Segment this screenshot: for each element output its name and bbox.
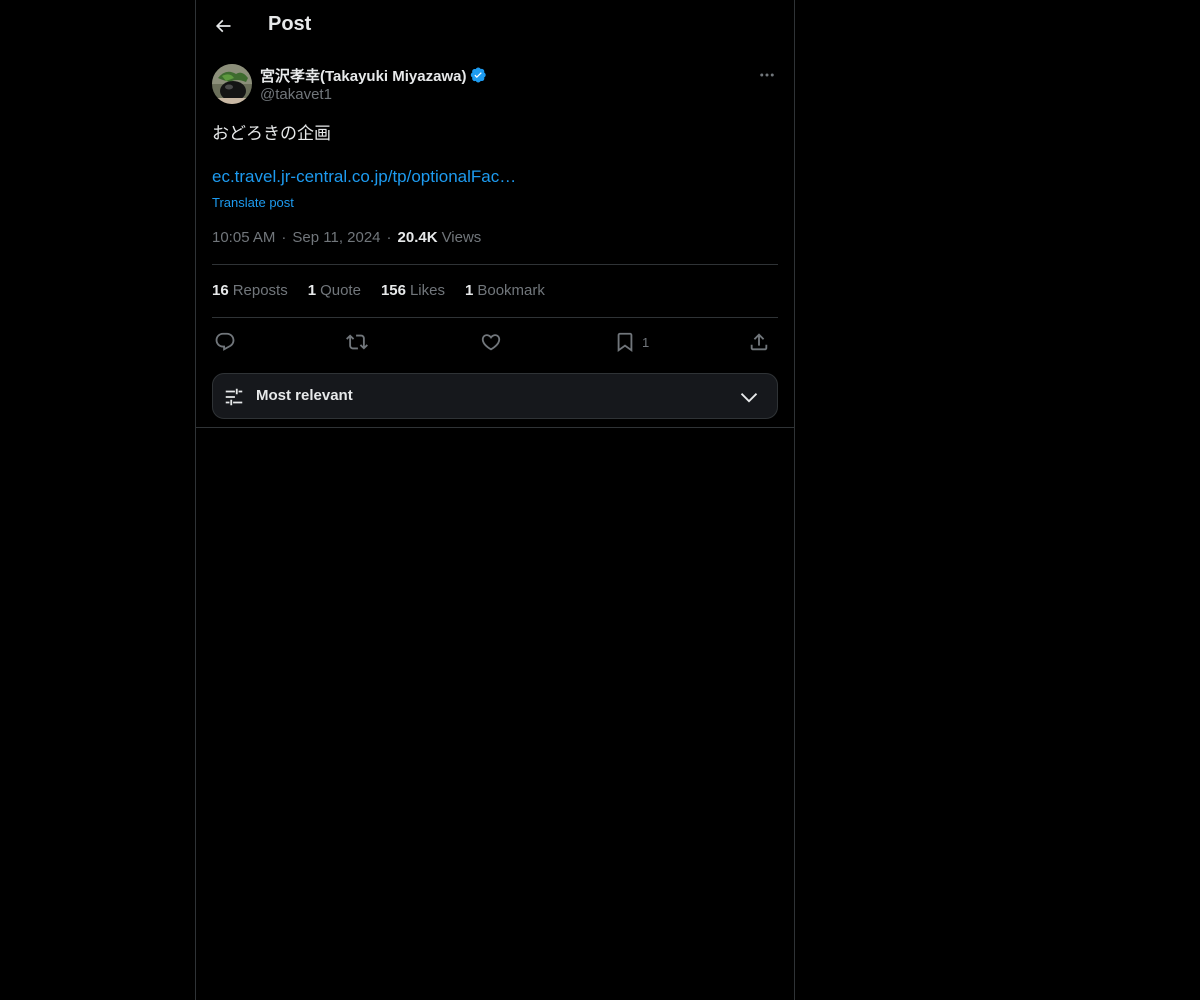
views-label: Views (441, 229, 482, 246)
verified-badge-icon (471, 67, 487, 83)
more-options-button[interactable] (754, 62, 780, 88)
post-date[interactable]: Sep 11, 2024 (292, 229, 380, 246)
share-button[interactable] (748, 328, 770, 356)
post-time[interactable]: 10:05 AM (212, 229, 275, 246)
repost-icon (346, 334, 368, 350)
post-column: Post 宮沢孝幸(Takayuki Miyazawa) @takavet1 お… (195, 0, 795, 1000)
more-dots-icon (760, 73, 774, 77)
stat-count: 1 (307, 282, 317, 299)
post-author: 宮沢孝幸(Takayuki Miyazawa) @takavet1 (212, 64, 778, 106)
stat-quotes[interactable]: 1 Quote (308, 282, 361, 299)
stat-label: Quote (320, 282, 361, 299)
meta-separator: · (281, 229, 287, 246)
bookmark-button[interactable]: 1 (614, 328, 649, 356)
repost-button[interactable] (346, 328, 368, 356)
translate-post-link[interactable]: Translate post (212, 195, 294, 210)
chevron-down-icon (740, 393, 758, 403)
stat-count: 1 (465, 282, 474, 299)
divider (212, 264, 778, 265)
views-count: 20.4K (397, 229, 438, 246)
back-button[interactable] (206, 9, 240, 43)
meta-separator: · (386, 229, 392, 246)
share-icon (750, 333, 768, 351)
arrow-left-icon (215, 19, 231, 33)
post-link[interactable]: ec.travel.jr-central.co.jp/tp/optionalFa… (212, 167, 516, 187)
display-name[interactable]: 宮沢孝幸(Takayuki Miyazawa) (260, 65, 466, 86)
header: Post (196, 0, 794, 53)
heart-icon (481, 334, 501, 351)
sliders-icon (225, 388, 243, 406)
stat-label: Reposts (232, 282, 288, 299)
stat-count: 16 (212, 282, 229, 299)
reply-button[interactable] (214, 328, 236, 356)
reply-sort-dropdown[interactable]: Most relevant (212, 373, 778, 419)
like-button[interactable] (480, 328, 502, 356)
post-text: おどろきの企画 (212, 124, 331, 143)
bookmark-icon (617, 332, 633, 353)
post-meta: 10:05 AM · Sep 11, 2024 · 20.4K Views (212, 229, 481, 246)
bookmark-count: 1 (642, 334, 650, 350)
divider (212, 317, 778, 318)
stat-count: 156 (380, 282, 406, 299)
reply-icon (215, 332, 235, 351)
avatar[interactable] (212, 64, 252, 104)
action-bar: 1 (212, 328, 778, 356)
stat-reposts[interactable]: 16 Reposts (212, 282, 288, 299)
page-title: Post (268, 13, 312, 35)
name-line: 宮沢孝幸(Takayuki Miyazawa) (260, 65, 487, 85)
stat-label: Likes (409, 282, 445, 299)
engagement-stats: 16 Reposts 1 Quote 156 Likes 1 Bookmark (212, 282, 565, 299)
stat-label: Bookmark (477, 282, 545, 299)
stat-bookmarks[interactable]: 1 Bookmark (465, 282, 545, 299)
user-handle[interactable]: @takavet1 (260, 86, 332, 103)
stat-likes[interactable]: 156 Likes (381, 282, 445, 299)
divider (196, 427, 794, 428)
avatar-photo (212, 64, 252, 104)
sort-label: Most relevant (256, 387, 353, 404)
